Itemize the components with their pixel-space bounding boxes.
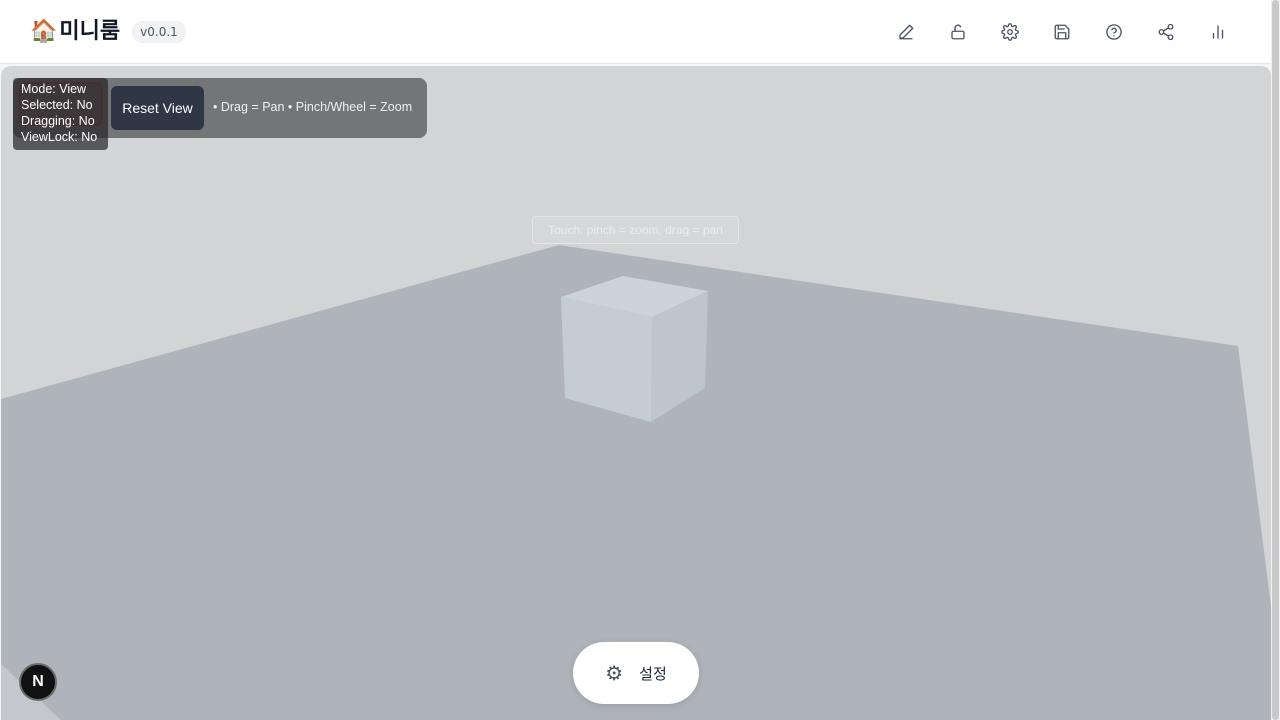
help-button[interactable] bbox=[1094, 12, 1134, 52]
debug-panel: Mode: View Selected: No Dragging: No Vie… bbox=[13, 78, 108, 150]
settings-fab[interactable]: ⚙ 설정 bbox=[573, 642, 699, 704]
debug-selected: Selected: No bbox=[21, 98, 93, 112]
edit-button[interactable] bbox=[886, 12, 926, 52]
debug-mode: Mode: View bbox=[21, 82, 87, 96]
page-scrollbar[interactable] bbox=[1271, 0, 1280, 720]
help-icon bbox=[1106, 24, 1122, 40]
share-icon bbox=[1158, 23, 1174, 41]
gear-icon: ⚙ bbox=[605, 661, 624, 685]
navigation-hint: • Drag = Pan • Pinch/Wheel = Zoom bbox=[213, 100, 413, 114]
lock-toggle-button[interactable] bbox=[938, 12, 978, 52]
version-badge: v0.0.1 bbox=[132, 21, 186, 43]
share-button[interactable] bbox=[1146, 12, 1186, 52]
settings-label: 설정 bbox=[639, 664, 667, 683]
settings-button[interactable] bbox=[990, 12, 1030, 52]
brand: 🏠 미니룸 v0.0.1 bbox=[30, 16, 186, 48]
app-header: 🏠 미니룸 v0.0.1 bbox=[0, 0, 1280, 64]
debug-viewlock: ViewLock: No bbox=[21, 130, 98, 144]
view-control-bar: Mode: View Selected: No Dragging: No Vie… bbox=[13, 78, 427, 150]
house-icon: 🏠 bbox=[30, 19, 58, 44]
room-viewport[interactable]: Touch: pinch = zoom, drag = pan Mode: Vi… bbox=[1, 66, 1271, 720]
stats-icon bbox=[1212, 25, 1224, 39]
room-scene bbox=[1, 245, 1271, 720]
stats-button[interactable] bbox=[1198, 12, 1238, 52]
save-button[interactable] bbox=[1042, 12, 1082, 52]
reset-view-button[interactable]: Reset View bbox=[111, 86, 204, 130]
dev-indicator-button[interactable]: N bbox=[19, 663, 57, 701]
touch-hint: Touch: pinch = zoom, drag = pan bbox=[532, 216, 739, 244]
save-icon bbox=[1054, 24, 1070, 40]
toolbar bbox=[886, 12, 1238, 52]
app-title: 미니룸 bbox=[59, 19, 121, 44]
debug-dragging: Dragging: No bbox=[21, 114, 95, 128]
unlock-icon bbox=[951, 24, 965, 40]
gear-icon bbox=[1001, 23, 1019, 41]
pencil-icon bbox=[899, 24, 914, 40]
scrollbar-thumb[interactable] bbox=[1272, 0, 1279, 720]
